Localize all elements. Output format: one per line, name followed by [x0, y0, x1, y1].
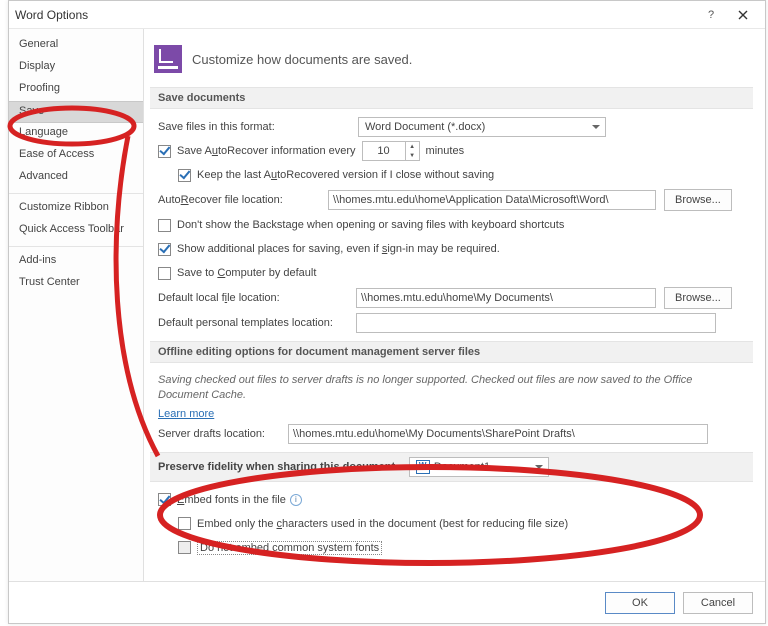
info-icon[interactable]: i — [290, 494, 302, 506]
server-drafts-label: Server drafts location: — [158, 428, 288, 440]
sidebar-separator — [9, 246, 143, 247]
default-templates-location-input[interactable] — [356, 313, 716, 333]
content-panel: Customize how documents are saved. Save … — [144, 29, 765, 581]
save-format-label: Save files in this format: — [158, 121, 358, 133]
do-not-embed-common-checkbox[interactable] — [178, 541, 191, 554]
autorecover-location-input[interactable] — [328, 190, 656, 210]
sidebar-item-general[interactable]: General — [9, 35, 143, 57]
default-local-location-label: Default local file location: — [158, 292, 356, 304]
section-save-documents: Save documents — [150, 87, 753, 109]
ok-button[interactable]: OK — [605, 592, 675, 614]
sidebar-item-save[interactable]: Save — [9, 101, 143, 123]
save-to-computer-checkbox[interactable] — [158, 267, 171, 280]
autorecover-label-post: minutes — [426, 145, 465, 157]
show-additional-places-label: Show additional places for saving, even … — [177, 243, 500, 255]
embed-fonts-label: Embed fonts in the file — [177, 494, 286, 506]
embed-fonts-checkbox[interactable] — [158, 493, 171, 506]
dialog-footer: OK Cancel — [9, 581, 765, 623]
word-options-dialog: Word Options ? General Display Proofing … — [8, 0, 766, 624]
do-not-embed-common-label: Do not embed common system fonts — [197, 541, 382, 555]
sidebar-item-ease-of-access[interactable]: Ease of Access — [9, 145, 143, 167]
cancel-button[interactable]: Cancel — [683, 592, 753, 614]
close-button[interactable] — [727, 4, 759, 26]
offline-info-text: Saving checked out files to server draft… — [150, 371, 753, 406]
word-document-icon — [416, 460, 430, 474]
preserve-document-dropdown[interactable]: Document1 — [409, 457, 549, 477]
sidebar-item-customize-ribbon[interactable]: Customize Ribbon — [9, 198, 143, 220]
help-button[interactable]: ? — [695, 4, 727, 26]
sidebar-item-advanced[interactable]: Advanced — [9, 167, 143, 189]
sidebar-item-trust-center[interactable]: Trust Center — [9, 273, 143, 295]
autorecover-minutes-input[interactable] — [362, 141, 406, 161]
autorecover-label-pre: Save AutoRecover information every — [177, 145, 356, 157]
learn-more-link[interactable]: Learn more — [150, 408, 222, 420]
sidebar-item-quick-access-toolbar[interactable]: Quick Access Toolbar — [9, 220, 143, 242]
dont-show-backstage-checkbox[interactable] — [158, 219, 171, 232]
embed-only-characters-checkbox[interactable] — [178, 517, 191, 530]
default-local-location-input[interactable] — [356, 288, 656, 308]
autorecover-minutes-spinner[interactable]: ▲▼ — [362, 141, 420, 161]
page-description: Customize how documents are saved. — [192, 52, 412, 67]
sidebar-item-proofing[interactable]: Proofing — [9, 79, 143, 101]
show-additional-places-checkbox[interactable] — [158, 243, 171, 256]
sidebar-item-language[interactable]: Language — [9, 123, 143, 145]
default-local-browse-button[interactable]: Browse... — [664, 287, 732, 309]
save-to-computer-label: Save to Computer by default — [177, 267, 316, 279]
spinner-up-icon[interactable]: ▲ — [406, 142, 419, 151]
section-preserve-fidelity: Preserve fidelity when sharing this docu… — [150, 452, 753, 482]
save-format-dropdown[interactable]: Word Document (*.docx) — [358, 117, 606, 137]
spinner-down-icon[interactable]: ▼ — [406, 151, 419, 160]
embed-only-characters-label: Embed only the characters used in the do… — [197, 518, 568, 530]
section-offline-editing: Offline editing options for document man… — [150, 341, 753, 363]
autorecover-checkbox[interactable] — [158, 145, 171, 158]
default-templates-location-label: Default personal templates location: — [158, 317, 356, 329]
window-title: Word Options — [15, 8, 695, 22]
sidebar: General Display Proofing Save Language E… — [9, 29, 144, 581]
autorecover-browse-button[interactable]: Browse... — [664, 189, 732, 211]
sidebar-item-add-ins[interactable]: Add-ins — [9, 251, 143, 273]
autorecover-location-label: AutoRecover file location: — [158, 194, 328, 206]
sidebar-separator — [9, 193, 143, 194]
save-icon — [154, 45, 182, 73]
sidebar-item-display[interactable]: Display — [9, 57, 143, 79]
keep-last-checkbox[interactable] — [178, 169, 191, 182]
server-drafts-input[interactable] — [288, 424, 708, 444]
keep-last-label: Keep the last AutoRecovered version if I… — [197, 169, 494, 181]
titlebar: Word Options ? — [9, 1, 765, 29]
dont-show-backstage-label: Don't show the Backstage when opening or… — [177, 219, 564, 231]
